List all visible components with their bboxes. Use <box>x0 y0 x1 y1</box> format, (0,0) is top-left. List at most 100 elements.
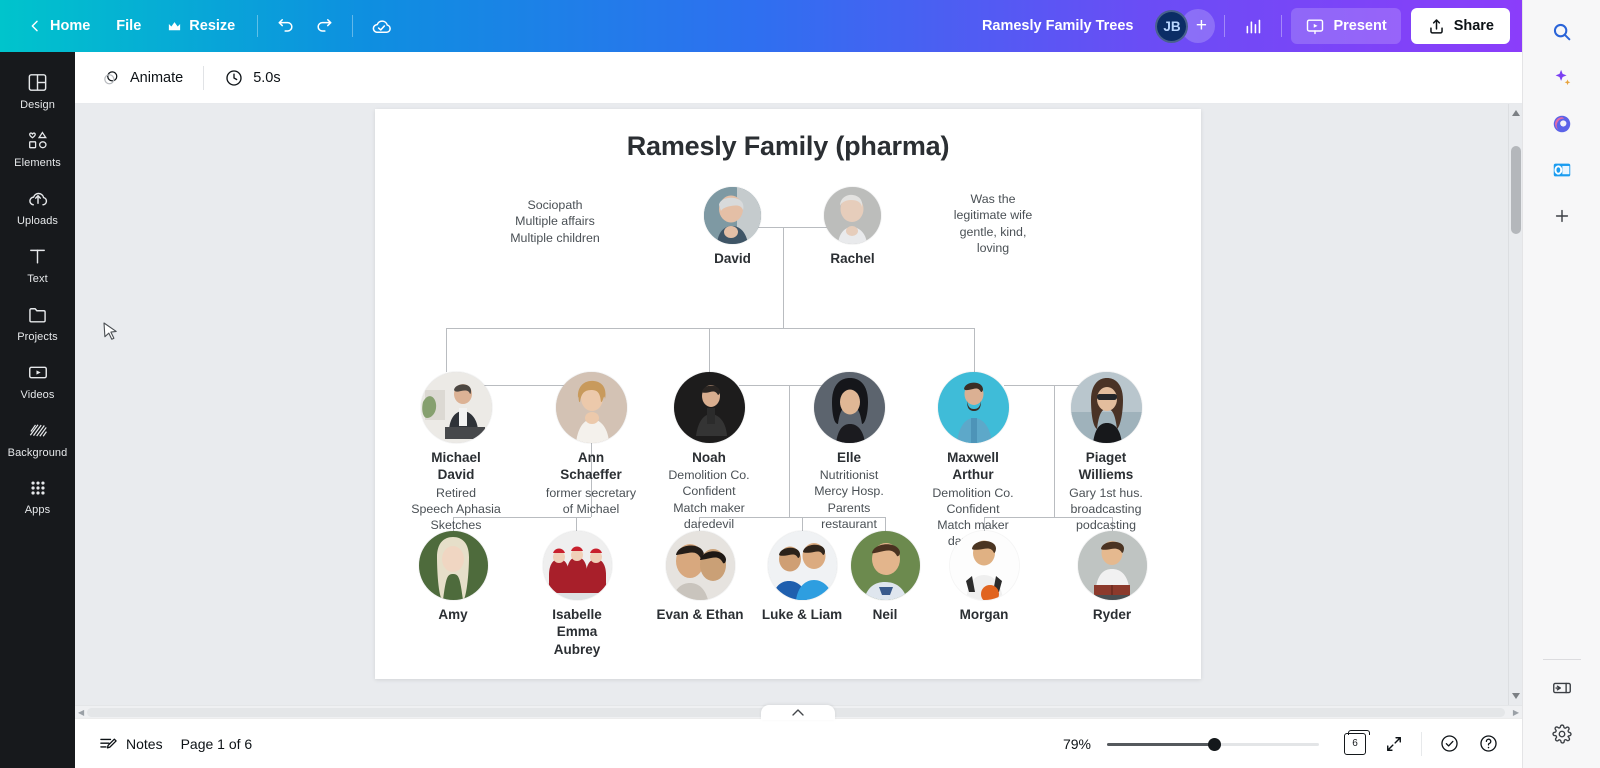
bottombar-divider <box>1421 731 1422 756</box>
scroll-left-arrow[interactable]: ◀ <box>78 708 84 717</box>
portrait-neil <box>851 531 920 600</box>
copilot-sparkle-glyph <box>1555 69 1570 86</box>
tree-node-evan-ethan[interactable]: Evan & Ethan <box>656 531 744 623</box>
tree-node-name: Piaget Williems <box>1078 450 1134 483</box>
sidebar-item-text[interactable]: Text <box>4 236 72 292</box>
animate-label: Animate <box>130 69 184 86</box>
scroll-up-arrow[interactable] <box>1509 106 1522 120</box>
sidebar-item-label: Uploads <box>16 215 59 227</box>
sidebar-toggle-icon[interactable] <box>1542 668 1582 708</box>
document-title[interactable]: Ramesly Family Trees <box>972 12 1144 40</box>
gear-glyph <box>1551 724 1572 744</box>
tree-node-luke-liam[interactable]: Luke & Liam <box>758 531 846 623</box>
notes-button[interactable]: Notes <box>89 727 172 761</box>
home-button[interactable]: Home <box>14 9 103 43</box>
tree-node-name: Amy <box>438 607 468 622</box>
sidebar-item-videos[interactable]: Videos <box>4 352 72 408</box>
scrollbar-thumb[interactable] <box>1511 146 1521 234</box>
sidebar-item-label: Design <box>20 99 55 111</box>
sidebar-item-elements[interactable]: Elements <box>4 120 72 176</box>
cloud-check-icon <box>372 19 391 33</box>
sidebar-item-label: Projects <box>17 331 58 343</box>
portrait-luke-liam <box>767 531 837 600</box>
page-grid-button[interactable]: 6 <box>1335 727 1375 761</box>
rail-divider <box>1542 659 1581 660</box>
status-check-button[interactable] <box>1430 727 1469 761</box>
canvas-vertical-scrollbar[interactable] <box>1508 104 1522 705</box>
zoom-level-label[interactable]: 79% <box>1051 736 1091 752</box>
share-button[interactable]: Share <box>1410 8 1510 44</box>
sidebar-item-background[interactable]: Background <box>4 410 72 466</box>
zoom-slider[interactable] <box>1107 735 1319 753</box>
tree-node-noah[interactable]: Noah Demolition Co. Confident Match make… <box>659 372 759 532</box>
search-icon[interactable] <box>1542 12 1582 52</box>
scroll-down-arrow[interactable] <box>1509 689 1522 703</box>
help-button[interactable] <box>1469 727 1508 761</box>
sidebar-item-uploads[interactable]: Uploads <box>4 178 72 234</box>
tree-node-name: Ryder <box>1092 607 1132 622</box>
collaborators-group: JB + <box>1155 9 1216 43</box>
caret-down-icon <box>1512 693 1520 699</box>
outlook-glyph <box>1553 163 1570 177</box>
connector-drop-isabelle <box>576 517 577 531</box>
redo-button[interactable] <box>305 9 343 43</box>
portrait-elle <box>813 372 885 443</box>
fullscreen-button[interactable] <box>1375 727 1413 761</box>
tree-node-isabelle-emma-aubrey[interactable]: Isabelle Emma Aubrey <box>537 531 617 658</box>
page-indicator[interactable]: Page 1 of 6 <box>172 736 262 752</box>
avatar-photo-isabelle <box>542 531 612 600</box>
tree-node-maxwell-arthur[interactable]: Maxwell Arthur Demolition Co. Confident … <box>918 372 1028 549</box>
tree-node-david[interactable]: David <box>675 187 790 267</box>
sidebar-item-design[interactable]: Design <box>4 62 72 118</box>
search-glyph <box>1553 23 1570 41</box>
help-circle-icon <box>1480 735 1497 752</box>
canvas-work-area[interactable]: Ramesly Family (pharma) Sociopath Multip… <box>75 104 1522 705</box>
outlook-icon[interactable] <box>1542 150 1582 190</box>
settings-gear-icon[interactable] <box>1542 714 1582 754</box>
portrait-amy <box>418 531 488 600</box>
tree-node-name: Luke & Liam <box>761 607 843 622</box>
tree-node-piaget-williems[interactable]: Piaget Williems Gary 1st hus. broadcasti… <box>1051 372 1161 533</box>
tree-node-ann-schaeffer[interactable]: Ann Schaeffer former secretary of Michae… <box>535 372 647 517</box>
toolbar-divider-1 <box>257 15 259 37</box>
scroll-right-arrow[interactable]: ▶ <box>1513 708 1519 717</box>
collapse-notes-handle[interactable] <box>761 705 835 720</box>
tree-node-desc: former secretary of Michael <box>545 485 637 516</box>
bottom-status-bar: Notes Page 1 of 6 79% 6 <box>75 718 1522 768</box>
tree-node-name: Evan & Ethan <box>656 607 744 622</box>
tree-node-rachel[interactable]: Rachel <box>795 187 910 267</box>
home-label: Home <box>50 18 91 34</box>
sidebar-item-apps[interactable]: Apps <box>4 468 72 523</box>
animate-button[interactable]: Animate <box>91 61 193 95</box>
undo-button[interactable] <box>267 9 305 43</box>
present-button[interactable]: Present <box>1291 8 1401 44</box>
tree-node-elle[interactable]: Elle Nutritionist Mercy Hosp. Parents re… <box>799 372 899 532</box>
avatar-photo-ann <box>555 372 627 443</box>
resize-button[interactable]: Resize <box>154 9 248 43</box>
microsoft365-icon[interactable] <box>1542 104 1582 144</box>
tree-node-ryder[interactable]: Ryder <box>1073 531 1151 623</box>
tree-node-desc: Retired Speech Aphasia Sketches <box>411 485 501 532</box>
tree-node-morgan[interactable]: Morgan <box>945 531 1023 623</box>
insights-button[interactable] <box>1234 9 1272 43</box>
connector-gen2-drop-noah <box>709 328 710 372</box>
add-tool-icon[interactable] <box>1542 196 1582 236</box>
sidebar-item-label: Videos <box>20 389 55 401</box>
cloud-saved-button[interactable] <box>362 9 400 43</box>
portrait-morgan <box>949 531 1019 600</box>
file-button[interactable]: File <box>103 9 154 43</box>
avatar-photo-ryder <box>1077 531 1147 600</box>
duration-button[interactable]: 5.0s <box>214 61 290 95</box>
tree-node-name: Neil <box>872 607 898 622</box>
avatar[interactable]: JB <box>1155 9 1189 43</box>
tree-node-michael-david[interactable]: Michael David Retired Speech Aphasia Ske… <box>403 372 509 533</box>
sidebar-item-projects[interactable]: Projects <box>4 294 72 350</box>
zoom-slider-knob[interactable] <box>1208 737 1221 751</box>
copilot-icon[interactable] <box>1542 58 1582 98</box>
tree-node-name: Isabelle Emma Aubrey <box>552 607 602 657</box>
tree-node-neil[interactable]: Neil <box>851 531 920 623</box>
check-circle-icon <box>1441 735 1458 752</box>
tree-node-amy[interactable]: Amy <box>415 531 491 623</box>
design-page[interactable]: Ramesly Family (pharma) Sociopath Multip… <box>375 109 1201 679</box>
avatar-photo-morgan <box>949 531 1019 600</box>
